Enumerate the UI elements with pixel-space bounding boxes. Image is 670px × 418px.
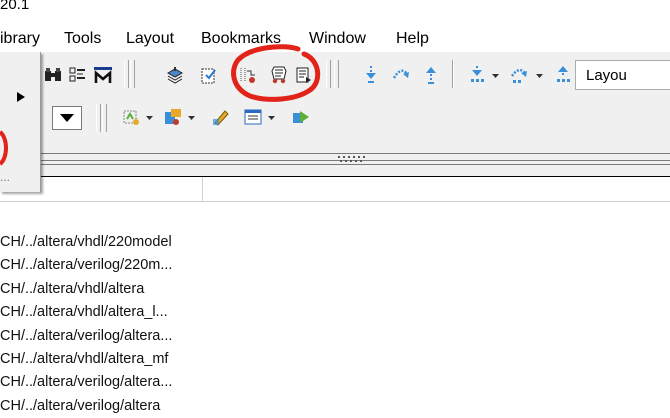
chevron-down-icon[interactable]: [268, 116, 275, 120]
wave-icon[interactable]: [236, 64, 258, 86]
break-icon[interactable]: [292, 64, 314, 86]
chevron-down-icon: [60, 114, 74, 122]
toolbar-grip: [334, 60, 339, 88]
chevron-down-icon[interactable]: [492, 74, 499, 78]
list-item[interactable]: CH/../altera/verilog/altera...: [0, 325, 670, 348]
library-list: CH/../altera/vhdl/220model CH/../altera/…: [0, 231, 670, 418]
list-icon[interactable]: [66, 64, 88, 86]
toolbar-separator: [452, 60, 454, 88]
step-out-dropdown-icon[interactable]: [552, 64, 574, 86]
simulate-icon[interactable]: [268, 64, 290, 86]
edit-icon[interactable]: [210, 106, 232, 128]
menu-window[interactable]: Window: [309, 30, 366, 48]
window-title-fragment: 20.1: [0, 0, 30, 13]
toolbar-grip: [96, 104, 101, 132]
list-item[interactable]: CH/../altera/verilog/altera: [0, 395, 670, 418]
toolbar-row-2: [40, 96, 670, 136]
list-item[interactable]: CH/../altera/vhdl/altera_mf: [0, 348, 670, 371]
menu-help[interactable]: Help: [396, 30, 429, 48]
column-resize-handle[interactable]: [202, 177, 203, 201]
column-header-row: [0, 176, 670, 202]
step-into-dropdown-icon[interactable]: [466, 64, 488, 86]
step-out-icon[interactable]: [420, 64, 442, 86]
list-window-icon[interactable]: [242, 106, 264, 128]
compile-icon[interactable]: [164, 64, 186, 86]
step-over-icon[interactable]: [390, 64, 412, 86]
toolbar-grip: [326, 60, 331, 88]
list-item[interactable]: CH/../altera/vhdl/altera_l...: [0, 301, 670, 324]
menu-bookmarks[interactable]: Bookmarks: [201, 30, 281, 48]
list-item[interactable]: CH/../altera/verilog/altera...: [0, 371, 670, 394]
menu-bar: ibrary Tools Layout Bookmarks Window Hel…: [0, 26, 670, 52]
menu-library[interactable]: ibrary: [0, 30, 40, 48]
toolbar-grip: [124, 60, 129, 88]
layout-select[interactable]: Layou: [575, 60, 670, 90]
chevron-right-icon[interactable]: [17, 92, 25, 102]
chevron-down-icon[interactable]: [146, 116, 153, 120]
chevron-down-icon[interactable]: [536, 74, 543, 78]
forward-icon[interactable]: [290, 106, 312, 128]
compile-all-icon[interactable]: [198, 64, 220, 86]
splitter-grip-icon[interactable]: [336, 154, 366, 164]
list-item[interactable]: CH/../altera/vhdl/220model: [0, 231, 670, 254]
context-menu: ...: [0, 52, 41, 192]
menu-ellipsis: ...: [0, 170, 11, 184]
list-item[interactable]: CH/../altera/verilog/220m...: [0, 254, 670, 277]
toolbar-grip: [130, 60, 135, 88]
wave-tool-icon[interactable]: [162, 106, 184, 128]
list-item[interactable]: CH/../altera/vhdl/altera: [0, 278, 670, 301]
toolbar-grip: [102, 104, 107, 132]
menu-tools[interactable]: Tools: [64, 30, 101, 48]
step-into-icon[interactable]: [360, 64, 382, 86]
splitter[interactable]: [40, 148, 670, 176]
dropdown-button[interactable]: [52, 106, 82, 130]
menu-layout[interactable]: Layout: [126, 30, 174, 48]
binoculars-icon[interactable]: [42, 64, 64, 86]
m-icon[interactable]: [92, 64, 114, 86]
step-over-dropdown-icon[interactable]: [508, 64, 530, 86]
divider: [40, 164, 670, 165]
chevron-down-icon[interactable]: [188, 116, 195, 120]
wave-add-icon[interactable]: [120, 106, 142, 128]
